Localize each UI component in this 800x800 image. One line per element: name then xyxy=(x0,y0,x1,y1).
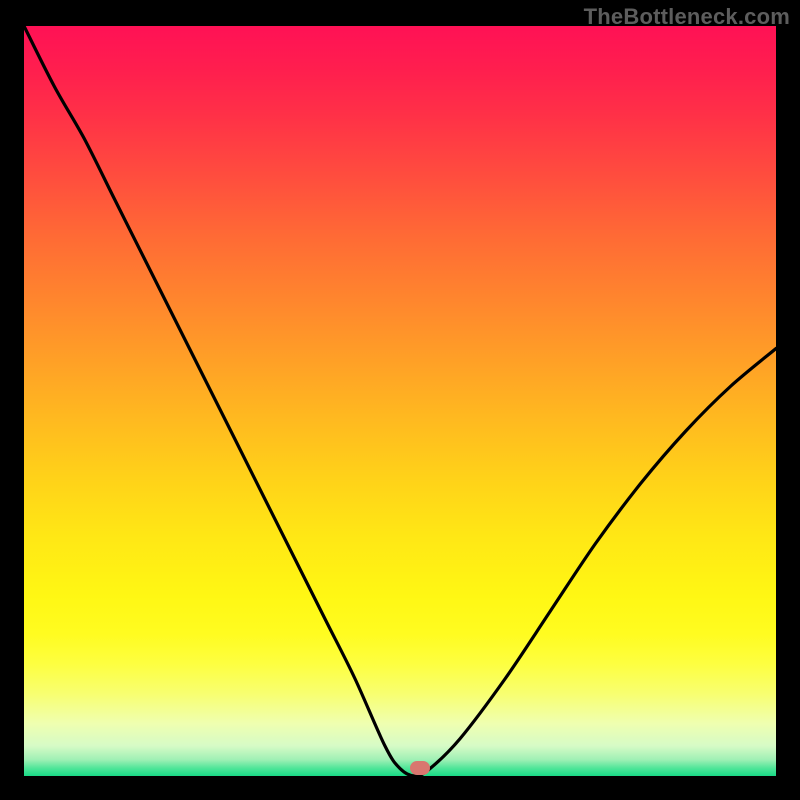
plot-area xyxy=(24,26,776,776)
bottleneck-curve xyxy=(24,26,776,776)
chart-frame: TheBottleneck.com xyxy=(0,0,800,800)
optimal-marker xyxy=(410,761,430,775)
